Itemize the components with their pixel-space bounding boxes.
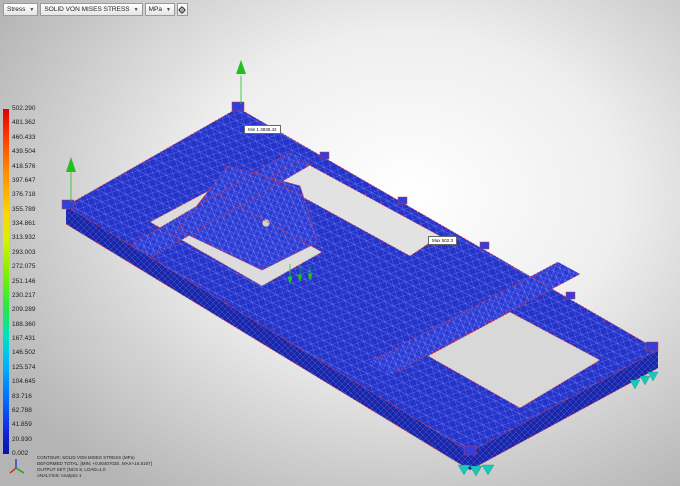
legend-value: 125.574 xyxy=(12,363,36,371)
legend-value: 146.502 xyxy=(12,349,36,357)
legend-value: 209.289 xyxy=(12,306,36,314)
max-callout-text: Max 502.3 xyxy=(432,238,454,243)
legend-value: 0.002 xyxy=(12,450,29,457)
min-callout: Min 1 3838.42 xyxy=(244,125,281,134)
legend-value: 104.645 xyxy=(12,378,36,386)
legend-value: 188.360 xyxy=(12,320,36,328)
legend-value: 355.789 xyxy=(12,205,36,213)
model-viewport[interactable] xyxy=(0,0,680,486)
legend-value: 293.003 xyxy=(12,248,36,256)
legend-value: 313.932 xyxy=(12,234,36,242)
x-axis-icon xyxy=(9,467,17,474)
legend-value: 62.788 xyxy=(12,406,32,414)
legend-value: 334.861 xyxy=(12,220,36,227)
legend-value: 397.647 xyxy=(12,176,36,184)
legend-value: 418.576 xyxy=(12,162,36,170)
legend-value: 41.859 xyxy=(12,421,32,429)
info-analysis: ANALYSIS: Analysis 1 xyxy=(37,473,82,478)
legend-value: 481.362 xyxy=(12,119,36,127)
legend-value: 167.431 xyxy=(12,335,36,342)
frame-model xyxy=(61,101,659,471)
plate-hole xyxy=(261,218,271,228)
axis-triad xyxy=(9,459,25,474)
load-arrow-icon xyxy=(236,60,246,74)
max-callout: Max 502.3 xyxy=(428,236,458,245)
legend-color-bar xyxy=(3,109,9,454)
min-callout-text: Min 1 3838.42 xyxy=(248,127,277,132)
y-axis-icon xyxy=(15,467,25,474)
legend-value: 439.504 xyxy=(12,148,36,156)
legend-value: 272.075 xyxy=(12,263,36,271)
legend-value: 83.716 xyxy=(12,392,32,400)
legend-value: 20.930 xyxy=(12,435,32,443)
legend-value: 502.290 xyxy=(12,105,36,112)
legend-value: 376.718 xyxy=(12,191,36,199)
legend-value: 230.217 xyxy=(12,291,36,299)
legend-value: 460.433 xyxy=(12,133,36,141)
load-arrow-icon xyxy=(66,157,76,172)
analysis-info: CONTOUR: SOLID VON MISES STRESS (MPa) DE… xyxy=(37,455,152,479)
legend-value: 251.146 xyxy=(12,277,36,285)
